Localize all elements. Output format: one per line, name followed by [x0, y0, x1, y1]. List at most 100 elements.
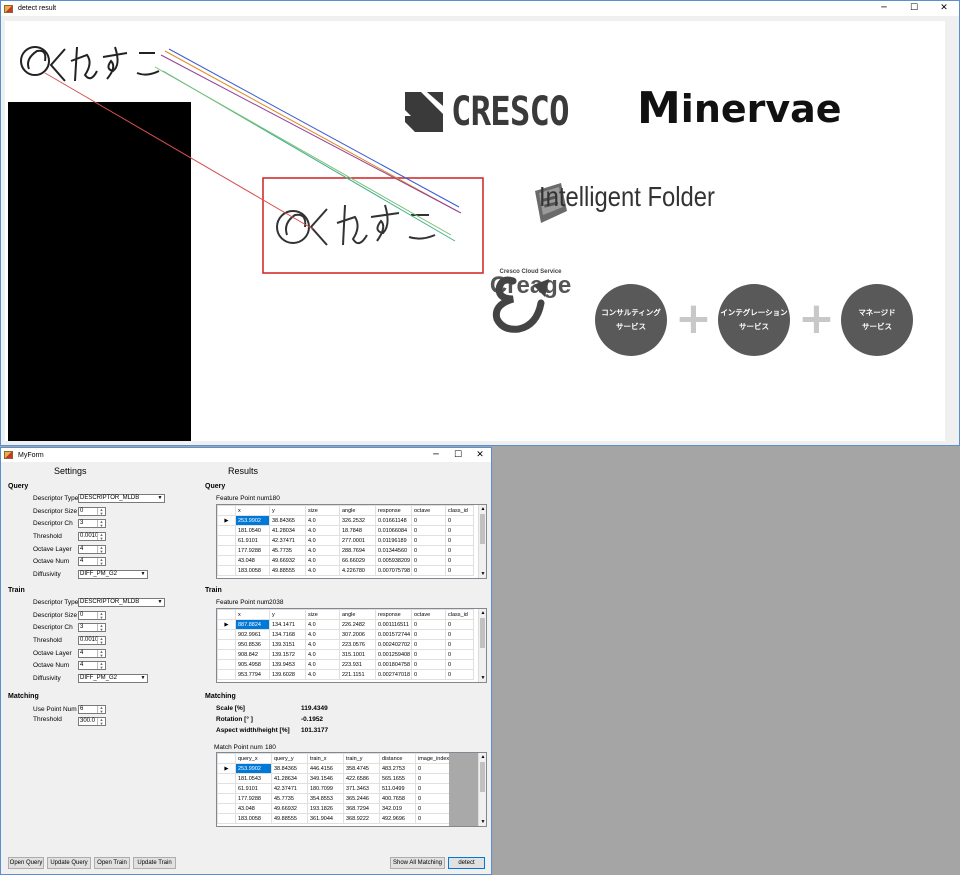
table-cell[interactable]: 4.0 [305, 515, 340, 526]
table-row[interactable]: ▶ 253.9902 38.84365 446.4156 358.4745 483.275… [217, 763, 451, 774]
query-descriptor-size-input[interactable]: 0 ▲ ▼ [78, 507, 106, 516]
table-cell[interactable]: 0 [411, 545, 446, 556]
table-row[interactable]: 181.0543 41.28634 349.1546 422.6586 565.1655… [217, 773, 451, 784]
table-cell[interactable]: 953.7794 [235, 669, 270, 680]
table-cell[interactable]: 422.6586 [343, 773, 380, 784]
train-threshold-input[interactable]: 0.0010 ▲ ▼ [78, 636, 106, 645]
table-row[interactable]: ▶ 887.8824 134.1471 4.0 226.2482 0.001116511 0… [217, 619, 474, 630]
table-cell[interactable]: 177.9288 [235, 545, 270, 556]
table-cell[interactable]: 354.8553 [307, 793, 344, 804]
table-cell[interactable]: 307.2006 [339, 629, 376, 640]
table-row[interactable]: 950.8536 139.3151 4.0 223.0576 0.002402702 0 0 [217, 639, 474, 650]
row-header[interactable] [217, 803, 236, 814]
use-point-num-input[interactable]: 6 ▲ ▼ [78, 705, 106, 714]
table-cell[interactable]: 43.048 [235, 555, 270, 566]
table-cell[interactable]: 4.0 [305, 555, 340, 566]
table-cell[interactable]: 4.0 [305, 535, 340, 546]
row-header[interactable] [217, 565, 236, 576]
table-row[interactable]: 183.0058 49.88555 361.9044 368.9222 492.9696… [217, 813, 451, 824]
row-header[interactable]: ▶ [217, 619, 236, 630]
table-cell[interactable]: 0 [414, 763, 451, 774]
table-cell[interactable]: 0 [414, 793, 451, 804]
row-header[interactable] [217, 525, 236, 536]
table-cell[interactable]: 49.88555 [271, 813, 308, 824]
table-cell[interactable]: 368.9222 [343, 813, 380, 824]
table-cell[interactable]: 0 [445, 535, 474, 546]
table-row[interactable]: 43.048 49.66932 4.0 66.66029 0.005938209 0 0 [217, 555, 474, 566]
table-cell[interactable]: 4.0 [305, 659, 340, 670]
table-cell[interactable]: 38.84365 [269, 515, 306, 526]
table-cell[interactable]: 0 [445, 515, 474, 526]
column-header[interactable]: x [235, 609, 270, 620]
table-row[interactable]: 61.9101 42.37471 180.7099 371.3463 511.0499 0 [217, 783, 451, 794]
column-header[interactable]: train_x [307, 753, 344, 764]
table-cell[interactable]: 368.7294 [343, 803, 380, 814]
spinner-icon[interactable]: ▲ ▼ [97, 558, 105, 565]
table-cell[interactable]: 0 [411, 619, 446, 630]
table-cell[interactable]: 0 [411, 525, 446, 536]
minimize-button[interactable]: ─ [869, 1, 899, 16]
table-cell[interactable]: 887.8824 [235, 619, 270, 630]
table-cell[interactable]: 288.7694 [339, 545, 376, 556]
table-cell[interactable]: 4.0 [305, 565, 340, 576]
table-cell[interactable]: 42.37471 [271, 783, 308, 794]
train-descriptor-ch-input[interactable]: 3 ▲ ▼ [78, 623, 106, 632]
open-train-button[interactable]: Open Train [94, 857, 130, 869]
spinner-icon[interactable]: ▲ ▼ [97, 520, 105, 527]
table-cell[interactable]: 0 [445, 629, 474, 640]
show-all-matching-button[interactable]: Show All Matching [390, 857, 445, 869]
table-cell[interactable]: 0.007075798 [375, 565, 412, 576]
scroll-thumb[interactable] [480, 514, 485, 544]
table-cell[interactable]: 0 [411, 555, 446, 566]
table-cell[interactable]: 0 [411, 565, 446, 576]
table-cell[interactable]: 0 [414, 773, 451, 784]
maximize-button[interactable]: ☐ [447, 448, 469, 463]
table-cell[interactable]: 134.7168 [269, 629, 306, 640]
table-cell[interactable]: 0.01196189 [375, 535, 412, 546]
column-header[interactable]: angle [339, 609, 376, 620]
column-header[interactable]: response [375, 505, 412, 516]
column-header[interactable]: class_id [445, 609, 474, 620]
table-cell[interactable]: 183.0058 [235, 813, 272, 824]
table-cell[interactable]: 181.0543 [235, 773, 272, 784]
scroll-down-icon[interactable]: ▼ [479, 570, 486, 578]
query-octave-num-input[interactable]: 4 ▲ ▼ [78, 557, 106, 566]
table-cell[interactable]: 253.9902 [235, 763, 272, 774]
table-cell[interactable]: 18.7848 [339, 525, 376, 536]
table-row[interactable]: 905.4958 139.9453 4.0 223.931 0.001804758 0 0 [217, 659, 474, 670]
table-cell[interactable]: 38.84365 [271, 763, 308, 774]
close-button[interactable]: ✕ [469, 448, 491, 463]
scrollbar[interactable]: ▲ ▼ [478, 609, 486, 682]
table-cell[interactable]: 61.9101 [235, 783, 272, 794]
table-cell[interactable]: 0 [445, 545, 474, 556]
table-cell[interactable]: 0 [411, 659, 446, 670]
match-grid[interactable]: query_x query_y train_x train_y distance imag… [216, 752, 487, 827]
table-cell[interactable]: 49.66932 [269, 555, 306, 566]
table-cell[interactable]: 49.88555 [269, 565, 306, 576]
table-cell[interactable]: 0 [445, 555, 474, 566]
spinner-icon[interactable]: ▲ ▼ [97, 624, 105, 631]
row-header[interactable]: ▶ [217, 763, 236, 774]
query-feature-grid[interactable]: x y size angle response octave class_id ▶ 253.99… [216, 504, 487, 579]
column-header[interactable]: x [235, 505, 270, 516]
table-cell[interactable]: 0.001572744 [375, 629, 412, 640]
table-cell[interactable]: 61.9101 [235, 535, 270, 546]
query-octave-layer-input[interactable]: 4 ▲ ▼ [78, 545, 106, 554]
row-header[interactable] [217, 659, 236, 670]
row-header[interactable] [217, 793, 236, 804]
table-cell[interactable]: 4.0 [305, 619, 340, 630]
table-cell[interactable]: 42.37471 [269, 535, 306, 546]
spinner-icon[interactable]: ▲ ▼ [97, 662, 105, 669]
table-cell[interactable]: 41.28034 [269, 525, 306, 536]
table-cell[interactable]: 349.1546 [307, 773, 344, 784]
spinner-icon[interactable]: ▲ ▼ [97, 533, 105, 540]
table-cell[interactable]: 43.048 [235, 803, 272, 814]
table-cell[interactable]: 0.01066084 [375, 525, 412, 536]
table-cell[interactable]: 134.1471 [269, 619, 306, 630]
table-cell[interactable]: 0.005938209 [375, 555, 412, 566]
spinner-icon[interactable]: ▲ ▼ [97, 706, 105, 713]
table-cell[interactable]: 0 [445, 649, 474, 660]
spinner-icon[interactable]: ▲ ▼ [97, 546, 105, 553]
column-header[interactable]: y [269, 505, 306, 516]
table-cell[interactable]: 223.0576 [339, 639, 376, 650]
